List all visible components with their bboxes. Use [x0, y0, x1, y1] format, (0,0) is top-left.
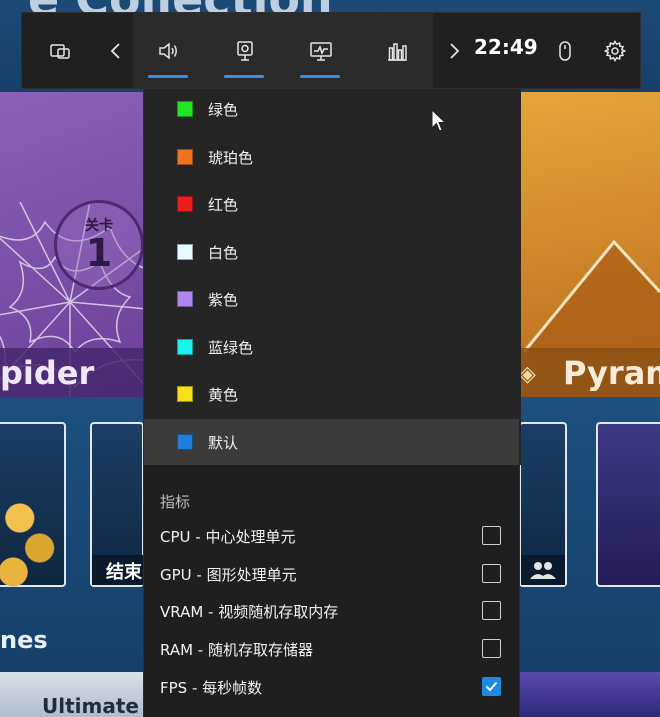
game-tile-right[interactable] — [596, 422, 660, 587]
color-label: 琥珀色 — [208, 148, 254, 167]
tab-performance[interactable] — [299, 13, 343, 88]
monitor-performance-icon — [310, 41, 332, 61]
pyramid-illustration — [522, 239, 660, 352]
color-label: 蓝绿色 — [208, 338, 254, 357]
tab-capture[interactable] — [223, 13, 267, 88]
vram-checkbox[interactable] — [482, 601, 501, 620]
cpu-checkbox[interactable] — [482, 526, 501, 545]
mouse-icon — [559, 40, 571, 61]
next-button[interactable] — [442, 13, 466, 88]
game-bar-toolbar: 22:49 — [21, 12, 641, 89]
settings-button[interactable] — [600, 13, 630, 88]
metrics-section-title: 指标 — [160, 493, 191, 511]
metric-label: CPU - 中心处理单元 — [160, 528, 296, 546]
webcam-icon — [237, 40, 253, 61]
bar-chart-icon — [388, 42, 407, 61]
diamond-icon: ◈ — [519, 362, 536, 387]
checkmark-icon — [485, 681, 498, 692]
metric-row-gpu[interactable]: GPU - 图形处理单元 — [144, 555, 519, 593]
gpu-checkbox[interactable] — [482, 564, 501, 583]
spider-card-title: pider — [0, 354, 95, 392]
multiplayer-caption — [521, 555, 565, 585]
tab-performance-indicator — [300, 75, 340, 78]
color-swatch — [177, 244, 193, 260]
performance-options-panel: 绿色 琥珀色 红色 白色 紫色 蓝绿色 黄色 默认 指标 CPU - 中心处理单… — [143, 89, 521, 717]
color-label: 白色 — [208, 243, 239, 262]
color-option-purple[interactable]: 紫色 — [144, 276, 519, 322]
widget-menu-icon — [50, 43, 70, 59]
speaker-icon — [159, 41, 177, 60]
color-label: 紫色 — [208, 290, 239, 309]
tile-caption-text: 结束 — [106, 562, 142, 583]
color-option-red[interactable]: 红色 — [144, 181, 519, 227]
clock-time: 22:49 — [474, 35, 538, 59]
level-badge: 关卡 1 — [54, 200, 144, 290]
color-option-yellow[interactable]: 黄色 — [144, 371, 519, 417]
tab-audio[interactable] — [147, 13, 191, 88]
color-swatch — [177, 434, 193, 450]
color-label: 黄色 — [208, 385, 239, 404]
pyramid-card-label: ◈ Pyram — [519, 348, 660, 398]
metric-label: FPS - 每秒帧数 — [160, 679, 263, 697]
previous-button[interactable] — [104, 13, 128, 88]
color-label: 红色 — [208, 195, 239, 214]
spider-card-label: pider — [0, 348, 145, 398]
color-swatch — [177, 291, 193, 307]
metric-row-vram[interactable]: VRAM - 视频随机存取内存 — [144, 592, 519, 630]
chevron-left-icon — [110, 42, 120, 59]
ram-checkbox[interactable] — [482, 639, 501, 658]
color-option-teal[interactable]: 蓝绿色 — [144, 324, 519, 370]
metric-row-cpu[interactable]: CPU - 中心处理单元 — [144, 517, 519, 555]
mouse-button[interactable] — [550, 13, 580, 88]
ultimate-card[interactable]: Ultimate — [0, 672, 145, 717]
color-swatch — [177, 149, 193, 165]
color-swatch — [177, 339, 193, 355]
tab-capture-indicator — [224, 75, 264, 78]
color-dropdown-list: 绿色 琥珀色 红色 白色 紫色 蓝绿色 黄色 默认 — [144, 89, 521, 465]
color-label: 绿色 — [208, 100, 239, 119]
chevron-right-icon — [450, 42, 460, 59]
level-number: 1 — [85, 231, 113, 275]
color-option-amber[interactable]: 琥珀色 — [144, 134, 519, 180]
color-option-white[interactable]: 白色 — [144, 229, 519, 275]
people-icon — [530, 562, 556, 579]
color-option-green[interactable]: 绿色 — [144, 86, 519, 132]
widget-tabs — [133, 13, 433, 88]
color-label: 默认 — [208, 433, 239, 452]
widget-menu-button[interactable] — [40, 13, 80, 88]
section-heading-fragment: nes — [0, 626, 48, 654]
metric-label: GPU - 图形处理单元 — [160, 566, 297, 584]
color-swatch — [177, 196, 193, 212]
metric-row-ram[interactable]: RAM - 随机存取存储器 — [144, 630, 519, 668]
color-swatch — [177, 386, 193, 402]
metric-label: VRAM - 视频随机存取内存 — [160, 603, 339, 621]
bottom-right-card[interactable] — [519, 672, 660, 717]
color-option-default[interactable]: 默认 — [144, 419, 519, 465]
coins-illustration — [0, 470, 66, 590]
ultimate-card-text: Ultimate — [42, 694, 139, 717]
pyramid-card-title: Pyram — [563, 354, 660, 392]
metric-label: RAM - 随机存取存储器 — [160, 641, 313, 659]
mouse-cursor-icon — [431, 109, 447, 132]
metric-row-fps[interactable]: FPS - 每秒帧数 — [144, 668, 519, 706]
tab-resources[interactable] — [375, 13, 419, 88]
tab-audio-indicator — [148, 75, 188, 78]
gear-icon — [604, 39, 626, 62]
fps-checkbox[interactable] — [482, 677, 501, 696]
tile-caption: 结束 — [92, 555, 144, 585]
color-swatch — [177, 101, 193, 117]
